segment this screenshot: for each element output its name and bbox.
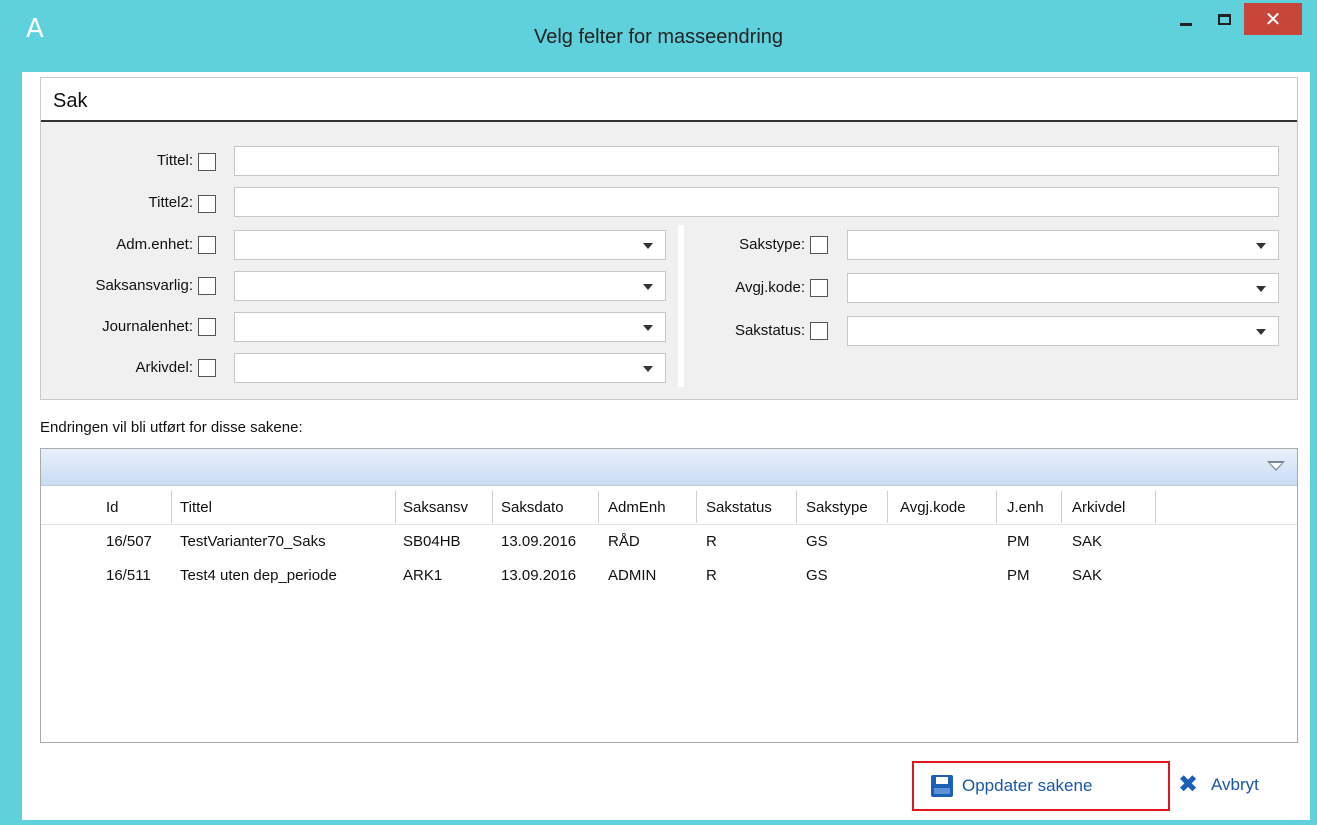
table-row[interactable]: 16/507 TestVarianter70_Saks SB04HB 13.09… (41, 529, 1297, 555)
cell-id: 16/507 (106, 533, 152, 550)
column-header-saksansv[interactable]: Saksansv (403, 499, 468, 516)
maximize-icon (1217, 13, 1231, 25)
cell-j-enh: PM (1007, 567, 1030, 584)
checkbox-saksansvarlig[interactable] (198, 277, 216, 295)
label-journalenhet: Journalenhet: (102, 318, 193, 335)
maximize-button[interactable] (1206, 3, 1242, 35)
cell-admenh: RÅD (608, 533, 640, 550)
cancel-label: Avbryt (1211, 775, 1259, 794)
sakstype-dropdown[interactable] (847, 230, 1279, 260)
column-header-tittel[interactable]: Tittel (180, 499, 212, 516)
checkbox-adm-enhet[interactable] (198, 236, 216, 254)
affected-cases-caption: Endringen vil bli utført for disse saken… (40, 419, 303, 436)
filter-dropdown-icon-inner (1270, 463, 1282, 469)
cell-saksansv: ARK1 (403, 567, 443, 584)
saksansvarlig-dropdown[interactable] (234, 271, 666, 301)
cell-admenh: ADMIN (608, 567, 657, 584)
cell-id: 16/511 (106, 567, 151, 584)
checkbox-arkivdel[interactable] (198, 359, 216, 377)
grid-toolbar (41, 449, 1297, 486)
column-separator (887, 491, 888, 523)
journalenhet-dropdown[interactable] (234, 312, 666, 342)
column-separator (696, 491, 697, 523)
label-adm-enhet: Adm.enhet: (116, 236, 193, 253)
cases-grid: Id Tittel Saksansv Saksdato AdmEnh Sakst… (40, 448, 1298, 743)
close-button[interactable]: ✕ (1244, 3, 1302, 35)
column-separator (598, 491, 599, 523)
avgj-kode-dropdown[interactable] (847, 273, 1279, 303)
column-header-sakstype[interactable]: Sakstype (806, 499, 868, 516)
table-row[interactable]: 16/511 Test4 uten dep_periode ARK1 13.09… (41, 563, 1297, 589)
close-x-icon: ✖ (1178, 770, 1199, 798)
label-sakstatus: Sakstatus: (734, 322, 805, 339)
chevron-down-icon (643, 325, 653, 331)
column-header-arkivdel[interactable]: Arkivdel (1072, 499, 1125, 516)
column-header-j-enh[interactable]: J.enh (1007, 499, 1044, 516)
column-header-saksdato[interactable]: Saksdato (501, 499, 564, 516)
cell-j-enh: PM (1007, 533, 1030, 550)
column-separator (796, 491, 797, 523)
minimize-icon (1180, 22, 1192, 26)
cell-saksdato: 13.09.2016 (501, 567, 577, 584)
column-separator (171, 491, 172, 523)
tittel-input[interactable] (234, 146, 1279, 176)
checkbox-sakstatus[interactable] (810, 322, 828, 340)
cell-arkivdel: SAK (1072, 533, 1103, 550)
chevron-down-icon (643, 366, 653, 372)
cell-tittel: Test4 uten dep_periode (180, 567, 337, 584)
checkbox-avgj-kode[interactable] (810, 279, 828, 297)
tittel2-input[interactable] (234, 187, 1279, 217)
cell-sakstatus: R (706, 533, 717, 550)
cell-saksansv: SB04HB (403, 533, 461, 550)
checkbox-tittel2[interactable] (198, 195, 216, 213)
arkivdel-dropdown[interactable] (234, 353, 666, 383)
column-separator (1061, 491, 1062, 523)
minimize-button[interactable] (1168, 3, 1204, 35)
chevron-down-icon (643, 284, 653, 290)
cell-sakstype: GS (806, 567, 828, 584)
column-header-sakstatus[interactable]: Sakstatus (706, 499, 772, 516)
close-icon: ✕ (1264, 7, 1282, 31)
column-header-id[interactable]: Id (106, 499, 119, 516)
label-avgj-kode: Avgj.kode: (735, 279, 805, 296)
checkbox-tittel[interactable] (198, 153, 216, 171)
title-bar: A Velg felter for masseendring ✕ (0, 0, 1317, 72)
column-divider (678, 225, 684, 387)
panel-title: Sak (53, 90, 88, 112)
label-tittel2: Tittel2: (148, 194, 193, 211)
cell-tittel: TestVarianter70_Saks (180, 533, 326, 550)
window-title: Velg felter for masseendring (533, 26, 784, 48)
column-separator (492, 491, 493, 523)
column-separator (996, 491, 997, 523)
checkbox-sakstype[interactable] (810, 236, 828, 254)
adm-enhet-dropdown[interactable] (234, 230, 666, 260)
label-tittel: Tittel: (156, 152, 193, 169)
cell-arkivdel: SAK (1072, 567, 1103, 584)
update-cases-label: Oppdater sakene (962, 776, 1093, 795)
sakstatus-dropdown[interactable] (847, 316, 1279, 346)
cell-sakstype: GS (806, 533, 828, 550)
column-header-avgj-kode[interactable]: Avgj.kode (900, 499, 966, 516)
checkbox-journalenhet[interactable] (198, 318, 216, 336)
update-cases-button[interactable]: Oppdater sakene (912, 761, 1170, 811)
column-separator (1155, 491, 1156, 523)
label-saksansvarlig: Saksansvarlig: (95, 277, 193, 294)
cell-saksdato: 13.09.2016 (501, 533, 577, 550)
chevron-down-icon (1256, 243, 1266, 249)
column-separator (395, 491, 396, 523)
label-arkivdel: Arkivdel: (135, 359, 193, 376)
cancel-button[interactable]: ✖ Avbryt (1178, 770, 1278, 800)
save-icon (931, 775, 953, 797)
panel-header: Sak (41, 78, 1297, 122)
cell-sakstatus: R (706, 567, 717, 584)
chevron-down-icon (643, 243, 653, 249)
column-header-admenh[interactable]: AdmEnh (608, 499, 666, 516)
chevron-down-icon (1256, 329, 1266, 335)
label-sakstype: Sakstype: (739, 236, 805, 253)
header-divider (41, 524, 1297, 525)
chevron-down-icon (1256, 286, 1266, 292)
